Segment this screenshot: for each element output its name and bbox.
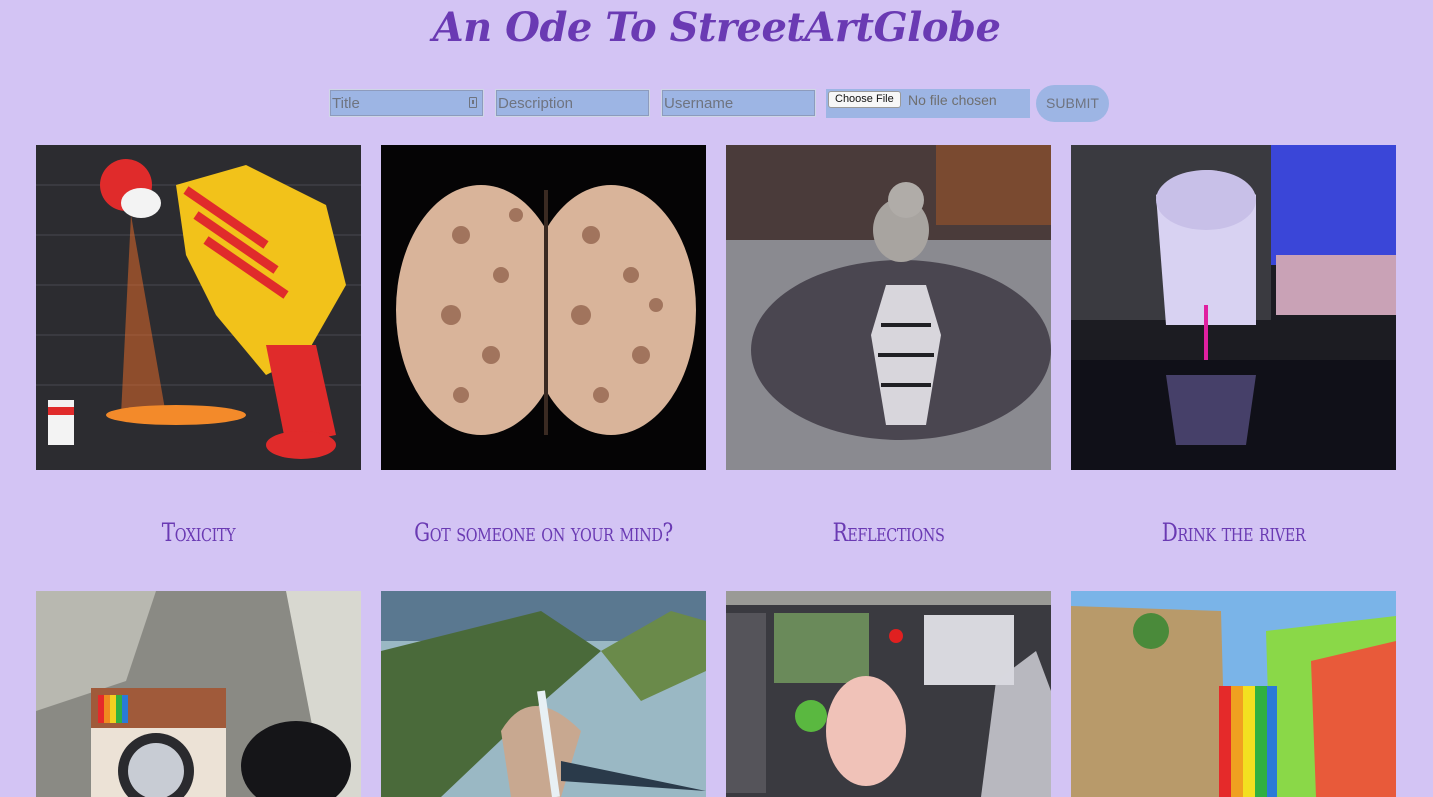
- art-image-kitten[interactable]: [726, 145, 1051, 470]
- autofill-key-icon[interactable]: [469, 97, 477, 108]
- art-image-washing-machine[interactable]: [36, 591, 361, 797]
- title-placeholder: Title: [332, 95, 360, 112]
- file-input[interactable]: Choose File No file chosen: [826, 89, 1030, 118]
- upload-form: Title Description Username Choose File N…: [0, 85, 1433, 125]
- choose-file-button[interactable]: Choose File: [828, 91, 901, 108]
- description-placeholder: Description: [498, 95, 574, 112]
- caption-drink-the-river: Drink the river: [1161, 518, 1306, 547]
- description-input[interactable]: Description: [495, 89, 650, 117]
- caption-reflections: Reflections: [832, 518, 945, 547]
- no-file-text: No file chosen: [908, 92, 997, 108]
- caption-toxicity: Toxicity: [161, 518, 236, 547]
- art-image-rainbow-stairs[interactable]: [1071, 591, 1396, 797]
- art-image-river-face[interactable]: [1071, 145, 1396, 470]
- art-image-brain[interactable]: [381, 145, 706, 470]
- art-image-nature-face[interactable]: [381, 591, 706, 797]
- username-input[interactable]: Username: [661, 89, 816, 117]
- submit-button[interactable]: SUBMIT: [1036, 85, 1109, 122]
- username-placeholder: Username: [664, 95, 734, 112]
- caption-someone-on-mind: Got someone on your mind?: [414, 518, 673, 547]
- art-image-pig-man[interactable]: [726, 591, 1051, 797]
- title-input[interactable]: Title: [329, 89, 484, 117]
- page-title: An Ode To StreetArtGlobe: [432, 4, 1001, 51]
- art-image-clown[interactable]: [36, 145, 361, 470]
